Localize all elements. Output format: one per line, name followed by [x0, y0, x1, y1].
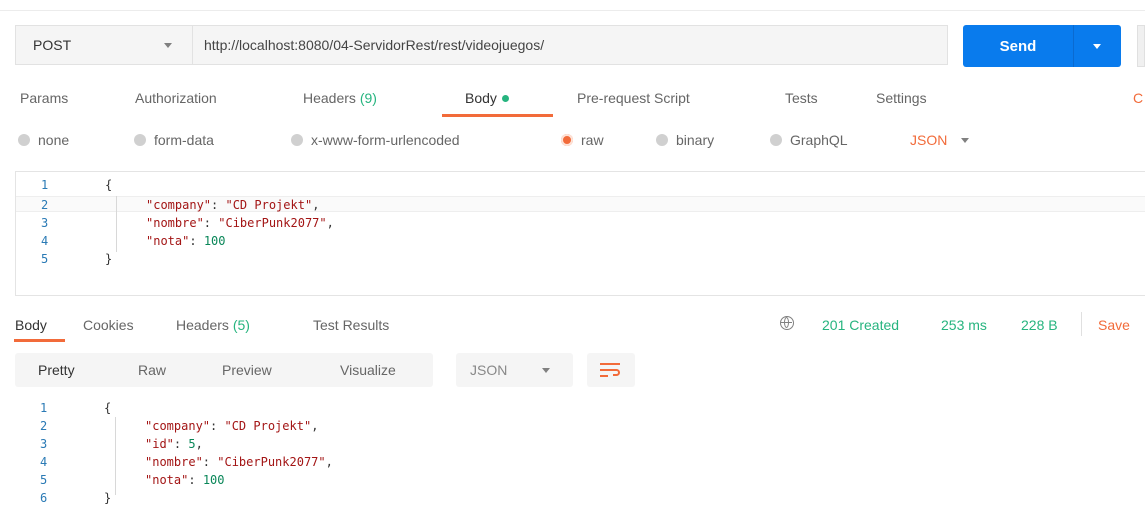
indent-guide	[116, 196, 117, 252]
body-format-select[interactable]: JSON	[910, 132, 970, 148]
code-line: "nombre": "CiberPunk2077",	[145, 455, 333, 469]
globe-icon[interactable]	[780, 316, 794, 330]
view-preview-button[interactable]: Preview	[222, 362, 272, 378]
response-size[interactable]: 228 B	[1021, 317, 1058, 333]
line-number: 4	[41, 234, 49, 248]
send-options-button[interactable]	[1073, 25, 1121, 67]
tab-body[interactable]: Body	[465, 90, 509, 106]
line-number: 5	[40, 473, 48, 487]
radio-form-data[interactable]: form-data	[134, 132, 214, 148]
radio-circle-selected	[561, 134, 573, 146]
chevron-down-icon	[542, 368, 550, 373]
code-line: "nota": 100	[145, 473, 225, 487]
close-brace: }	[105, 252, 113, 266]
view-pretty-button[interactable]: Pretty	[38, 362, 75, 378]
line-number: 3	[40, 437, 48, 451]
response-tab-body[interactable]: Body	[15, 317, 47, 333]
radio-none[interactable]: none	[18, 132, 69, 148]
response-format-select[interactable]: JSON	[456, 353, 573, 387]
headers-count: (9)	[359, 90, 377, 106]
code-line: "id": 5,	[145, 437, 203, 451]
radio-x-www-form-urlencoded[interactable]: x-www-form-urlencoded	[291, 132, 460, 148]
tab-authorization[interactable]: Authorization	[135, 90, 217, 106]
view-visualize-button[interactable]: Visualize	[340, 362, 396, 378]
line-number: 6	[40, 491, 48, 505]
code-line: "nombre": "CiberPunk2077",	[146, 216, 334, 230]
close-brace: }	[104, 491, 112, 505]
open-brace: {	[105, 178, 113, 192]
line-number: 4	[40, 455, 48, 469]
line-number: 1	[40, 401, 48, 415]
tab-tests[interactable]: Tests	[785, 90, 818, 106]
line-number: 3	[41, 216, 49, 230]
response-time[interactable]: 253 ms	[941, 317, 987, 333]
chevron-down-icon	[1093, 44, 1101, 49]
response-headers-count: (5)	[232, 317, 250, 333]
indent-guide	[115, 417, 116, 495]
tab-settings[interactable]: Settings	[876, 90, 927, 106]
code-line: "company": "CD Projekt",	[146, 198, 320, 212]
line-number: 5	[41, 252, 49, 266]
request-body-editor[interactable]: 1 2 3 4 5 { "company": "CD Projekt", "no…	[15, 171, 1145, 296]
tab-pre-request-script[interactable]: Pre-request Script	[577, 90, 690, 106]
radio-circle	[134, 134, 146, 146]
status-code[interactable]: 201 Created	[822, 317, 899, 333]
code-line: "company": "CD Projekt",	[145, 419, 319, 433]
divider	[1081, 312, 1082, 336]
url-value: http://localhost:8080/04-ServidorRest/re…	[204, 37, 545, 53]
response-tab-headers[interactable]: Headers (5)	[176, 317, 250, 333]
wrap-lines-icon	[600, 363, 620, 365]
code-line: "nota": 100	[146, 234, 226, 248]
top-divider	[0, 10, 1145, 11]
method-select[interactable]: POST	[15, 25, 192, 65]
tab-headers[interactable]: Headers (9)	[303, 90, 377, 106]
url-input[interactable]: http://localhost:8080/04-ServidorRest/re…	[192, 25, 948, 65]
send-button[interactable]: Send	[963, 25, 1073, 67]
chevron-down-icon	[961, 137, 970, 143]
tab-cookies-partial[interactable]: C	[1133, 90, 1143, 106]
wrap-lines-button[interactable]	[587, 353, 635, 387]
save-button-partial[interactable]	[1137, 25, 1145, 67]
response-body-viewer[interactable]: 1 2 3 4 5 6 { "company": "CD Projekt", "…	[15, 397, 1145, 516]
radio-binary[interactable]: binary	[656, 132, 714, 148]
radio-circle	[656, 134, 668, 146]
view-raw-button[interactable]: Raw	[138, 362, 166, 378]
chevron-down-icon	[164, 43, 172, 48]
line-number: 2	[40, 419, 48, 433]
method-label: POST	[33, 37, 72, 53]
save-response-button[interactable]: Save	[1098, 317, 1130, 333]
radio-graphql[interactable]: GraphQL	[770, 132, 848, 148]
tab-params[interactable]: Params	[20, 90, 68, 106]
body-indicator-dot	[501, 95, 509, 102]
line-number: 1	[41, 178, 49, 192]
radio-circle	[18, 134, 30, 146]
radio-circle	[770, 134, 782, 146]
active-response-tab-indicator	[14, 339, 65, 342]
line-number: 2	[41, 198, 49, 212]
response-tab-test-results[interactable]: Test Results	[313, 317, 389, 333]
active-tab-indicator	[442, 114, 553, 117]
response-tab-cookies[interactable]: Cookies	[83, 317, 134, 333]
radio-circle	[291, 134, 303, 146]
radio-raw[interactable]: raw	[561, 132, 604, 148]
open-brace: {	[104, 401, 112, 415]
